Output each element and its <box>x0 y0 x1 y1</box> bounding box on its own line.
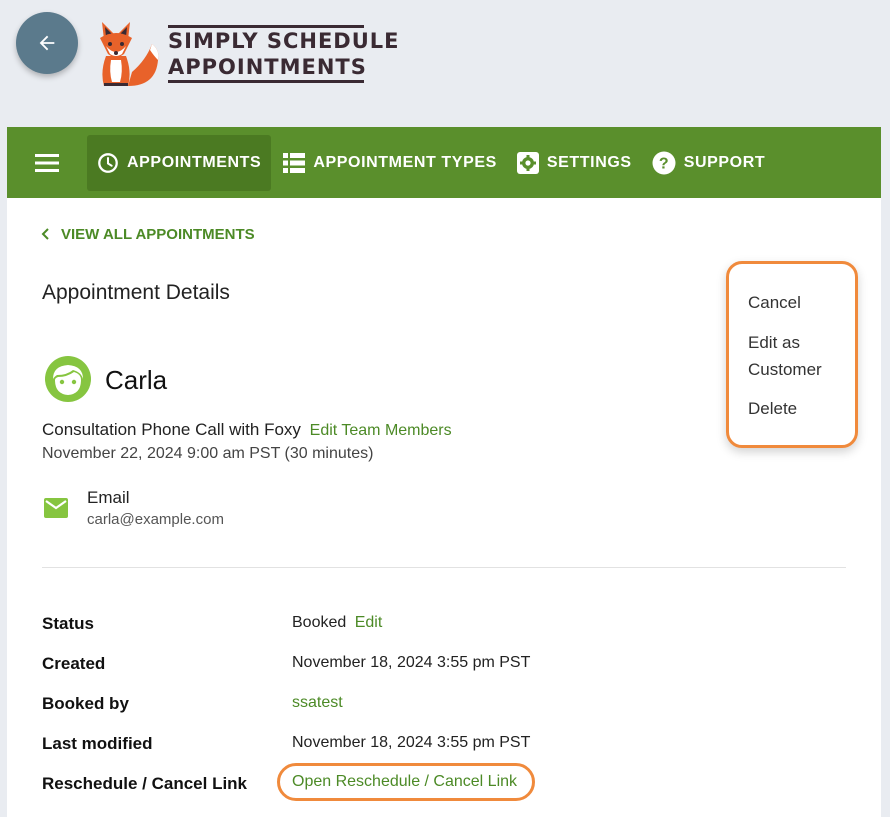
created-label: Created <box>42 654 106 673</box>
nav-support[interactable]: ? SUPPORT <box>642 135 776 191</box>
appointment-type-line: Consultation Phone Call with Foxy Edit T… <box>42 420 452 440</box>
page-title: Appointment Details <box>42 281 230 304</box>
help-icon: ? <box>652 151 676 174</box>
status-edit-link[interactable]: Edit <box>355 614 383 631</box>
logo-rule-bottom <box>168 80 364 83</box>
hamburger-icon <box>35 153 59 172</box>
edit-team-members-link[interactable]: Edit Team Members <box>310 422 452 439</box>
reschedule-label: Reschedule / Cancel Link <box>42 774 248 793</box>
nav-settings[interactable]: SETTINGS <box>507 135 642 191</box>
appointment-datetime: November 22, 2024 9:00 am PST (30 minute… <box>42 445 374 462</box>
email-label: Email <box>87 488 130 507</box>
nav-appointment-types-label: APPOINTMENT TYPES <box>313 153 497 171</box>
reschedule-cancel-link[interactable]: Open Reschedule / Cancel Link <box>292 773 517 791</box>
hamburger-menu-button[interactable] <box>7 127 87 198</box>
actions-menu: Cancel Edit as Customer Delete <box>726 261 858 448</box>
logo-text-line2: APPOINTMENTS <box>168 55 367 79</box>
divider <box>42 567 846 568</box>
view-all-label: VIEW ALL APPOINTMENTS <box>61 226 255 243</box>
email-icon <box>44 498 68 518</box>
status-label: Status <box>42 614 94 633</box>
list-icon <box>283 152 306 173</box>
nav-support-label: SUPPORT <box>683 153 766 171</box>
main-navbar: APPOINTMENTS APPOINTMENT TYPES SETTINGS … <box>7 127 881 198</box>
nav-appointment-types[interactable]: APPOINTMENT TYPES <box>273 135 507 191</box>
menu-edit-as-line1: Edit as <box>748 333 800 352</box>
menu-edit-as-line2: Customer <box>748 360 822 379</box>
logo-text-line1: SIMPLY SCHEDULE <box>168 29 400 53</box>
customer-name: Carla <box>105 365 168 395</box>
menu-cancel[interactable]: Cancel <box>748 289 801 316</box>
last-modified-value: November 18, 2024 3:55 pm PST <box>292 734 531 751</box>
menu-edit-as-customer[interactable]: Edit as Customer <box>748 329 822 383</box>
menu-delete[interactable]: Delete <box>748 395 797 422</box>
nav-appointments[interactable]: APPOINTMENTS <box>87 134 272 191</box>
chevron-left-icon <box>41 227 49 243</box>
clock-icon <box>98 152 118 173</box>
nav-settings-label: SETTINGS <box>546 153 632 171</box>
last-modified-label: Last modified <box>42 734 153 753</box>
logo: SIMPLY SCHEDULE APPOINTMENTS <box>94 20 400 88</box>
gear-icon <box>516 151 539 174</box>
nav-appointments-label: APPOINTMENTS <box>127 153 262 171</box>
booked-by-label: Booked by <box>42 694 129 713</box>
appointment-type: Consultation Phone Call with Foxy <box>42 420 301 439</box>
fox-logo-icon <box>100 22 159 86</box>
status-row-value: Booked Edit <box>292 614 382 632</box>
svg-text:?: ? <box>659 155 669 172</box>
email-value: carla@example.com <box>87 511 224 528</box>
status-value: Booked <box>292 614 347 631</box>
back-button[interactable] <box>16 12 78 74</box>
view-all-appointments-link[interactable]: VIEW ALL APPOINTMENTS <box>41 226 255 243</box>
avatar <box>45 356 91 402</box>
arrow-left-icon <box>39 35 55 51</box>
booked-by-link[interactable]: ssatest <box>292 694 343 712</box>
created-value: November 18, 2024 3:55 pm PST <box>292 654 531 671</box>
